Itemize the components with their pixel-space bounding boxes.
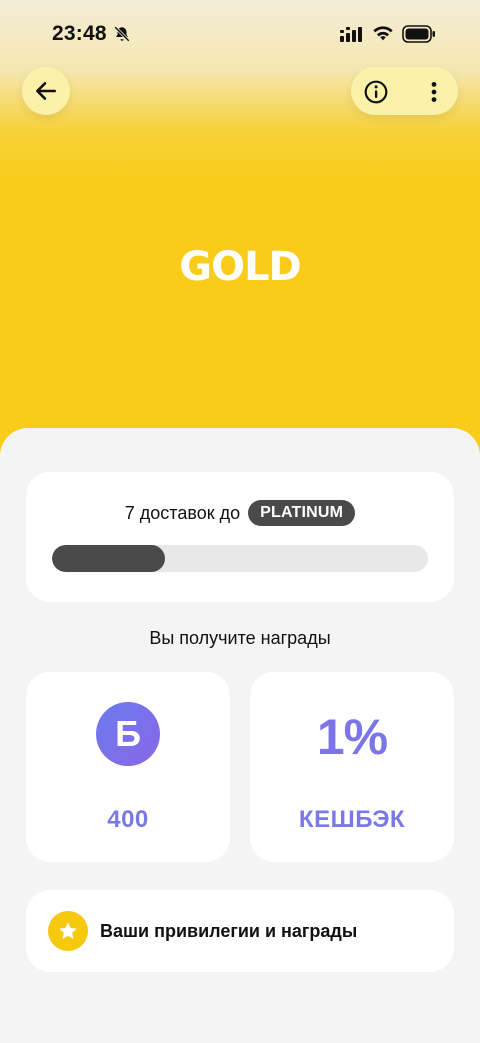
tier-progress-title: 7 доставок до PLATINUM xyxy=(26,500,454,526)
back-button[interactable] xyxy=(22,67,70,115)
progress-track xyxy=(52,545,428,572)
hero-header: 23:48 GOLD xyxy=(0,0,480,460)
bell-off-icon xyxy=(114,26,130,42)
header-actions xyxy=(351,67,458,115)
battery-icon xyxy=(402,25,435,43)
deliveries-left-text: 7 доставок до xyxy=(124,502,241,523)
privileges-button[interactable]: Ваши привилегии и награды xyxy=(26,890,454,972)
status-time: 23:48 xyxy=(52,22,107,45)
tier-progress-card: 7 доставок до PLATINUM xyxy=(26,472,454,602)
gold-tier-logo: GOLD xyxy=(0,240,480,295)
cellular-signal-icon xyxy=(340,27,362,42)
info-icon[interactable] xyxy=(363,79,389,105)
bonus-points-icon: Б xyxy=(96,702,160,766)
tier-sheet: 7 доставок до PLATINUM Вы получите награ… xyxy=(0,428,480,1043)
rewards-title: Вы получите награды xyxy=(149,628,331,648)
star-icon xyxy=(48,911,88,951)
status-bar: 23:48 xyxy=(0,0,480,70)
next-tier-badge: PLATINUM xyxy=(248,500,356,526)
bonus-reward-card[interactable]: Б 400 xyxy=(26,672,230,862)
cashback-label: КЕШБЭК xyxy=(298,806,406,833)
svg-text:GOLD: GOLD xyxy=(179,244,301,290)
cashback-percent: 1% xyxy=(316,709,388,765)
more-vertical-icon[interactable] xyxy=(421,79,447,105)
cashback-reward-card[interactable]: 1% КЕШБЭК xyxy=(250,672,454,862)
gold-logo-mark: GOLD xyxy=(179,244,302,290)
arrow-left-icon xyxy=(36,82,56,100)
privileges-label: Ваши привилегии и награды xyxy=(100,921,358,941)
bonus-points-value: 400 xyxy=(107,806,149,833)
progress-fill xyxy=(52,545,165,572)
wifi-icon xyxy=(373,26,393,41)
